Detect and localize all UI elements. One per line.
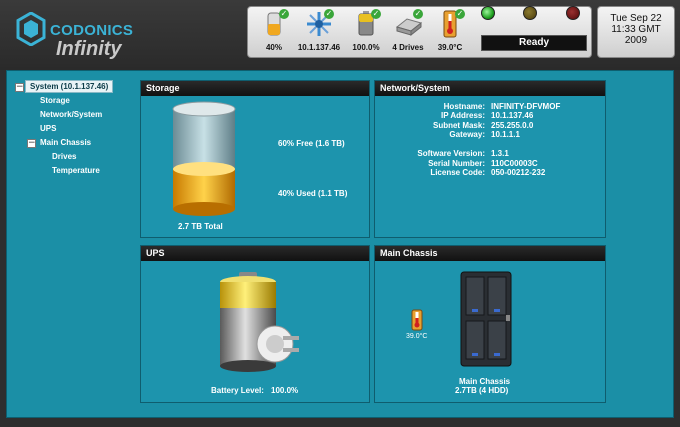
ups-panel-title: UPS [141,246,369,261]
battery-level-label: Battery Level: [211,386,264,395]
status-network[interactable]: ✓ 10.1.137.46 [292,9,346,52]
thermometer-icon: ✓ [435,9,465,39]
status-temperature[interactable]: ✓ 39.0°C [430,9,470,52]
status-light-amber [523,6,537,20]
status-network-label: 10.1.137.46 [297,43,341,52]
ok-check-icon: ✓ [279,9,289,19]
storage-used-text: 40% Used (1.1 TB) [278,189,348,198]
subnet-mask-label: Subnet Mask: [432,121,485,130]
chassis-server-icon [460,271,512,367]
ok-check-icon: ✓ [455,9,465,19]
license-code-value: 050-00212-232 [491,168,546,177]
chassis-caption-name: Main Chassis [459,377,511,386]
collapse-main-chassis-icon[interactable]: − [27,139,36,148]
network-panel-title: Network/System [375,81,605,96]
hostname-value: INFINITY-DFVMOF [491,102,561,111]
status-light-red [566,6,580,20]
status-battery-label: 100.0% [352,43,380,52]
status-light-green [481,6,495,20]
ok-check-icon: ✓ [371,9,381,19]
product-name: Infinity [56,38,122,60]
ip-address-label: IP Address: [440,111,485,120]
software-version-label: Software Version: [417,149,485,158]
ups-panel: UPS Battery Level: 100.0% [140,245,370,403]
gateway-label: Gateway: [449,130,485,139]
battery-icon: ✓ [351,9,381,39]
ready-status: Ready [481,35,587,51]
status-storage-label: 40% [265,43,282,52]
main-chassis-panel: Main Chassis 39.0°C Main Chassis 2.7TB (… [374,245,606,403]
year-line: 2009 [624,35,648,46]
subnet-mask-value: 255.255.0.0 [491,121,534,130]
ok-check-icon: ✓ [324,9,334,19]
status-temperature-label: 39.0°C [437,43,463,52]
codonics-logo: CODONICS Infinity [14,8,144,64]
serial-number-label: Serial Number: [428,159,485,168]
storage-total-text: 2.7 TB Total [178,222,223,231]
chassis-thermometer-icon [411,309,423,331]
gateway-value: 10.1.1.1 [491,130,520,139]
brand-name: CODONICS [50,22,134,39]
chassis-panel-title: Main Chassis [375,246,605,261]
ip-address-value: 10.1.137.46 [491,111,534,120]
status-drives-label: 4 Drives [392,43,424,52]
storage-panel-title: Storage [141,81,369,96]
status-drives[interactable]: ✓ 4 Drives [386,9,430,52]
tree-item-storage[interactable]: Storage [40,96,70,105]
logo-hex-icon [16,12,46,46]
tree-item-drives[interactable]: Drives [52,152,76,161]
collapse-system-icon[interactable]: − [15,83,24,92]
tree-item-ups[interactable]: UPS [40,124,56,133]
date-time-display: Tue Sep 22 11:33 GMT 2009 [597,6,675,58]
software-version-value: 1.3.1 [491,149,509,158]
storage-free-text: 60% Free (1.6 TB) [278,139,345,148]
tree-item-temperature[interactable]: Temperature [52,166,100,175]
battery-level-value: 100.0% [271,386,299,395]
network-icon: ✓ [304,9,334,39]
storage-cylinder-icon [172,101,236,216]
battery-plug-icon [220,272,299,372]
hostname-label: Hostname: [443,102,485,111]
chassis-caption-capacity: 2.7TB (4 HDD) [455,386,509,395]
tree-item-network-system[interactable]: Network/System [40,110,102,119]
date-line: Tue Sep 22 [610,13,662,24]
tree-item-system[interactable]: System (10.1.137.46) [25,80,114,93]
serial-number-value: 110C00003C [491,159,538,168]
status-battery[interactable]: ✓ 100.0% [346,9,386,52]
drive-icon: ✓ [393,9,423,39]
chassis-temperature: 39.0°C [406,333,428,340]
main-area: − System (10.1.137.46) Storage Network/S… [6,70,674,418]
app-header: CODONICS Infinity ✓ 40% ✓ 10.1.137.46 ✓ … [0,0,680,70]
status-storage[interactable]: ✓ 40% [256,9,292,52]
navigation-tree: − System (10.1.137.46) Storage Network/S… [7,71,133,417]
time-line: 11:33 GMT [611,24,661,35]
ok-check-icon: ✓ [413,9,423,19]
network-system-panel: Network/System Hostname: INFINITY-DFVMOF… [374,80,606,238]
license-code-label: License Code: [430,168,485,177]
storage-panel: Storage 60% Free (1.6 TB) 40% Used (1.1 … [140,80,370,238]
tree-item-main-chassis[interactable]: Main Chassis [40,138,91,147]
storage-icon: ✓ [259,9,289,39]
